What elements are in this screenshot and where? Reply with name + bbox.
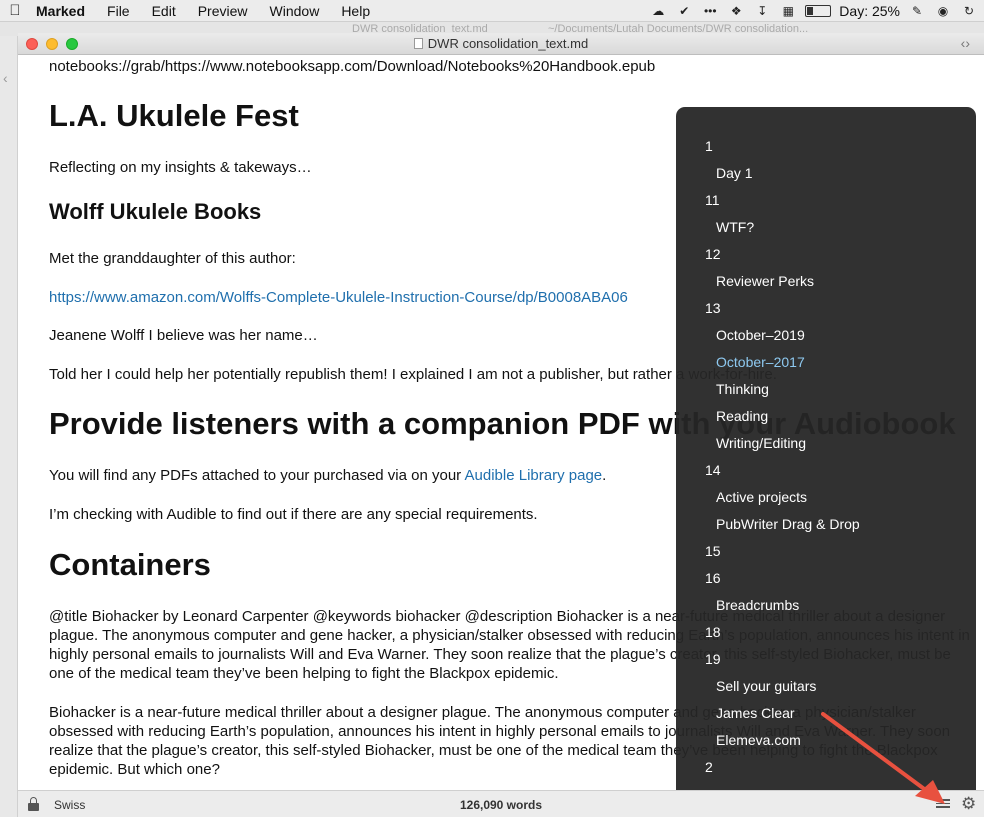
table-of-contents-panel: 1 Day 1 11 WTF? 12 Reviewer Perks 13 October–20… [676,107,976,790]
menu-app-name[interactable]: Marked [30,3,96,19]
toc-item[interactable]: October–2017 [716,354,805,370]
annotation-arrow [821,712,945,804]
toc-item[interactable]: 11 [705,192,720,208]
menu-edit[interactable]: Edit [141,3,187,19]
toc-item[interactable]: Writing/Editing [716,435,806,451]
time-machine-icon[interactable]: ↻ [960,3,978,19]
toc-item[interactable]: James Clear [716,705,795,721]
gear-icon[interactable]: ⚙ [961,794,976,814]
background-window-edge: ‹ [0,36,18,817]
document-icon [413,38,423,49]
toc-item[interactable]: Breadcrumbs [716,597,799,613]
toc-item[interactable]: October–2019 [716,327,805,343]
toc-item[interactable]: Active projects [716,489,807,505]
window-title: DWR consolidation_text.md [18,36,984,51]
toc-item[interactable]: PubWriter Drag & Drop [716,516,860,532]
paragraph-reflecting: Reflecting on my insights & takeways… [49,159,312,176]
day-progress-label[interactable]: Day: 25% [839,3,900,19]
download-box-icon[interactable]: ↧ [753,3,771,19]
toc-item[interactable]: Elemeva.com [716,732,801,748]
toc-item[interactable]: 1 [705,138,713,154]
menu-window[interactable]: Window [259,3,331,19]
cloud-upload-icon[interactable]: ☁ [649,3,667,19]
paragraph-find-suffix: . [602,467,607,484]
window-titlebar: DWR consolidation_text.md ‹› [18,33,984,55]
battery-icon[interactable] [805,4,832,17]
toc-item[interactable]: Day 1 [716,165,753,181]
notebooks-url-line: notebooks://grab/https://www.notebooksap… [49,58,656,75]
amazon-link[interactable]: https://www.amazon.com/Wolffs-Complete-U… [49,288,628,307]
menu-bar:  Marked File Edit Preview Window Help ☁… [0,0,984,22]
toc-item[interactable]: Reviewer Perks [716,273,814,289]
dropbox-icon[interactable]: ❖ [727,3,745,19]
heading-containers: Containers [49,547,211,582]
toc-item[interactable]: 12 [705,246,721,262]
toc-item[interactable]: 14 [705,462,721,478]
code-toggle-icon[interactable]: ‹› [961,35,970,51]
toc-item[interactable]: Sell your guitars [716,678,816,694]
toc-item[interactable]: 13 [705,300,721,316]
paragraph-find-pdfs: You will find any PDFs attached to your … [49,466,606,485]
chevron-left-icon: ‹ [3,70,8,86]
paragraph-find-prefix: You will find any PDFs attached to your … [49,467,465,484]
paragraph-told: Told her I could help her potentially re… [49,366,777,383]
heading-ukulele-fest: L.A. Ukulele Fest [49,98,299,133]
menu-help[interactable]: Help [330,3,381,19]
paragraph-checking: I’m checking with Audible to find out if… [49,506,538,523]
menu-file[interactable]: File [96,3,141,19]
check-circle-icon[interactable]: ✔ [675,3,693,19]
toc-item[interactable]: 15 [705,543,721,559]
camera-icon[interactable]: ◉ [934,3,952,19]
paragraph-met: Met the granddaughter of this author: [49,250,296,267]
toc-item[interactable]: 19 [705,651,721,667]
layout-grid-icon[interactable]: ▦ [779,3,797,19]
toc-item[interactable]: 2 [705,759,713,775]
toc-item[interactable]: 16 [705,570,721,586]
audible-library-link[interactable]: Audible Library page [465,467,603,484]
pen-icon[interactable]: ✎ [908,3,926,19]
window-title-text: DWR consolidation_text.md [427,36,589,51]
toc-item[interactable]: 18 [705,624,721,640]
menu-preview[interactable]: Preview [187,3,259,19]
more-dots-icon[interactable]: ••• [701,3,719,19]
paragraph-jeanene: Jeanene Wolff I believe was her name… [49,327,318,344]
heading-wolff-books: Wolff Ukulele Books [49,199,262,224]
toc-item[interactable]: Thinking [716,381,769,397]
apple-menu-icon[interactable]:  [0,2,30,19]
toc-item[interactable]: Reading [716,408,768,424]
toc-item[interactable]: WTF? [716,219,754,235]
menu-extras: ☁ ✔ ••• ❖ ↧ ▦ Day: 25% ✎ ◉ ↻ [649,3,984,19]
